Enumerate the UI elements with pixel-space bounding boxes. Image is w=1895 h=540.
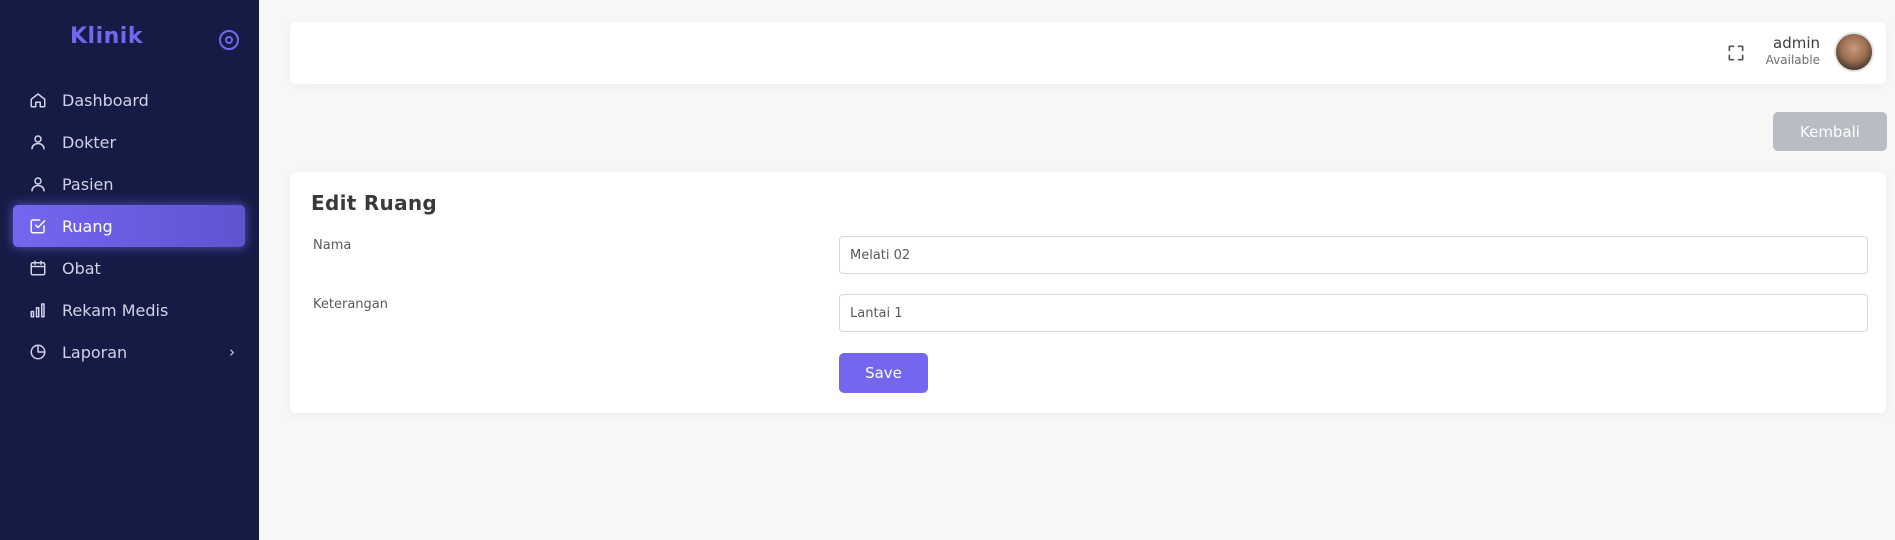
sidebar-item-dokter[interactable]: Dokter [13, 121, 245, 163]
brand-title[interactable]: Klinik [70, 24, 143, 49]
avatar[interactable] [1834, 32, 1874, 72]
sidebar-item-label: Laporan [62, 342, 128, 362]
sidebar-item-label: Ruang [62, 216, 113, 236]
check-square-icon [29, 217, 47, 235]
keterangan-label: Keterangan [313, 297, 388, 312]
sidebar-item-label: Obat [62, 258, 101, 278]
user-status: Available [1765, 53, 1820, 67]
pie-chart-icon [29, 343, 47, 361]
user-icon [29, 175, 47, 193]
edit-ruang-card: Edit Ruang Nama Keterangan Save [290, 172, 1886, 413]
fullscreen-icon[interactable] [1726, 43, 1746, 63]
sidebar-item-label: Rekam Medis [62, 300, 169, 320]
sidebar-item-dashboard[interactable]: Dashboard [13, 79, 245, 121]
sidebar: Klinik Dashboard Dokter Pasien Ruang Oba… [0, 0, 259, 540]
nama-field[interactable] [839, 236, 1868, 274]
calendar-icon [29, 259, 47, 277]
sidebar-nav: Dashboard Dokter Pasien Ruang Obat Rekam… [13, 79, 245, 373]
sidebar-item-ruang[interactable]: Ruang [13, 205, 245, 247]
sidebar-item-obat[interactable]: Obat [13, 247, 245, 289]
back-button[interactable]: Kembali [1773, 112, 1887, 151]
nama-label: Nama [313, 238, 352, 253]
home-icon [29, 91, 47, 109]
user-icon [29, 133, 47, 151]
save-button[interactable]: Save [839, 353, 928, 393]
chevron-right-icon: › [229, 343, 235, 361]
user-name[interactable]: admin [1773, 34, 1820, 52]
sidebar-toggle-icon[interactable] [219, 30, 239, 50]
bar-chart-icon [29, 301, 47, 319]
sidebar-item-label: Dokter [62, 132, 117, 152]
sidebar-item-label: Pasien [62, 174, 114, 194]
sidebar-item-laporan[interactable]: Laporan › [13, 331, 245, 373]
sidebar-item-pasien[interactable]: Pasien [13, 163, 245, 205]
sidebar-item-label: Dashboard [62, 90, 149, 110]
page-title: Edit Ruang [311, 191, 438, 215]
keterangan-field[interactable] [839, 294, 1868, 332]
sidebar-item-rekam-medis[interactable]: Rekam Medis [13, 289, 245, 331]
top-navbar: admin Available [290, 22, 1886, 84]
